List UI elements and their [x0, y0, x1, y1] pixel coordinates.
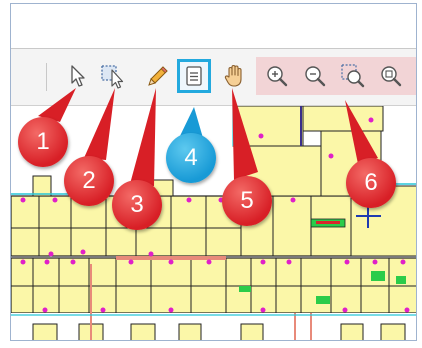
- callout-badge-2: 2: [64, 156, 114, 206]
- pencil-icon: [148, 66, 168, 86]
- pencil-tool-button[interactable]: [141, 59, 175, 93]
- box-select-icon: [101, 65, 124, 89]
- zoom-extents-button[interactable]: [374, 59, 408, 93]
- callout-badge-6: 6: [346, 158, 396, 208]
- toolbar-separator: [46, 63, 47, 91]
- zoom-out-button[interactable]: [298, 59, 332, 93]
- zoom-in-button[interactable]: [260, 59, 294, 93]
- floor-plan-canvas[interactable]: [11, 105, 416, 340]
- callout-badge-3: 3: [112, 180, 162, 230]
- zoom-in-icon: [267, 66, 288, 87]
- box-select-tool-button[interactable]: [97, 59, 131, 93]
- toolbar: [11, 49, 416, 106]
- zoom-tools-group: [256, 57, 416, 95]
- zoom-window-button[interactable]: [336, 59, 370, 93]
- arrow-cursor-icon: [71, 65, 85, 87]
- callout-badge-4: 4: [166, 133, 216, 183]
- zoom-window-icon: [341, 64, 365, 88]
- callout-badge-5: 5: [222, 176, 272, 226]
- select-tool-button[interactable]: [61, 59, 95, 93]
- hand-pan-icon: [224, 64, 242, 87]
- zoom-extents-icon: [381, 66, 402, 87]
- callout-badge-1: 1: [18, 117, 68, 167]
- document-tool-button[interactable]: [177, 59, 211, 93]
- window-header: [11, 4, 416, 49]
- pan-tool-button[interactable]: [218, 59, 252, 93]
- zoom-out-icon: [305, 66, 326, 87]
- document-icon: [186, 66, 202, 86]
- floor-plan-drawing: [11, 105, 416, 340]
